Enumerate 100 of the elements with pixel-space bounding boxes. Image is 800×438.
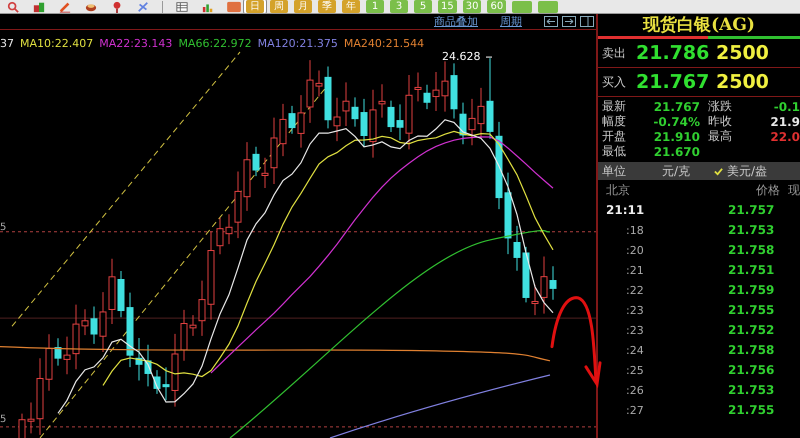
- axis-label: 5: [0, 414, 6, 425]
- candlestick: [288, 106, 296, 134]
- period-button[interactable]: 30: [462, 0, 482, 13]
- stat-value: 21.910: [652, 130, 700, 144]
- candlestick: [378, 84, 386, 118]
- tick-price: 21.753: [728, 383, 774, 397]
- table-icon[interactable]: [175, 0, 189, 12]
- candlestick: [136, 338, 142, 381]
- period-button[interactable]: 周: [270, 0, 288, 13]
- ma-legend: MA240:21.544: [344, 36, 424, 50]
- candlestick: [226, 214, 232, 244]
- candlestick: [252, 146, 260, 176]
- tick-price: 21.758: [728, 343, 774, 357]
- candlestick: [262, 158, 268, 188]
- tick-price: 21.757: [728, 203, 774, 217]
- ma-legend: MA66:22.972: [178, 36, 252, 50]
- tick-time: :20: [625, 244, 645, 256]
- ma-legend: MA120:21.375: [258, 36, 338, 50]
- tick-time: :24: [625, 344, 645, 356]
- candlestick: [190, 315, 196, 336]
- tick-price: 21.758: [728, 243, 774, 257]
- buy-volume: 2500: [716, 71, 769, 93]
- stat-value: 22.0: [769, 130, 800, 144]
- period-button[interactable]: 5: [414, 0, 432, 13]
- candlestick: [450, 63, 458, 119]
- candlestick: [118, 271, 124, 318]
- tick-time: :23: [625, 304, 645, 316]
- magnifier-icon[interactable]: [6, 0, 20, 12]
- candlestick: [316, 70, 322, 96]
- tick-time: :26: [625, 384, 645, 396]
- ma-legend: MA10:22.407: [20, 36, 94, 50]
- tick-price: 21.759: [728, 283, 774, 297]
- tick-time: :27: [625, 404, 645, 416]
- stat-label: 幅度: [602, 113, 627, 130]
- candlestick: [514, 226, 520, 271]
- candlestick: [442, 61, 448, 112]
- check-icon: [714, 166, 724, 176]
- period-button[interactable]: 3: [390, 0, 408, 13]
- sell-volume: 2500: [716, 42, 769, 64]
- column-header: 北京: [605, 182, 631, 198]
- unit-label: 单位: [601, 162, 627, 180]
- candlestick: [280, 104, 286, 156]
- candlestick: [370, 90, 376, 158]
- panel-icon[interactable]: [580, 16, 594, 27]
- blocks-icon[interactable]: [32, 0, 46, 12]
- candlestick: [324, 66, 332, 128]
- period-button[interactable]: 年: [342, 0, 360, 13]
- tick-time: :22: [625, 284, 645, 296]
- candlestick: [234, 171, 242, 238]
- period-button[interactable]: 1: [366, 0, 384, 13]
- column-header: 现: [787, 182, 800, 198]
- period-button[interactable]: 60: [487, 0, 506, 13]
- tick-time: 21:11: [605, 203, 646, 217]
- tick-time: :23: [625, 324, 645, 336]
- axis-label: 5: [0, 222, 6, 233]
- ma-legend: MA22:23.143: [99, 36, 172, 50]
- candlestick: [144, 344, 152, 386]
- stat-value: -0.1: [772, 100, 800, 114]
- unit-option[interactable]: 美元/盎: [714, 162, 768, 180]
- period-button[interactable]: 日: [246, 0, 264, 13]
- period-button[interactable]: 15: [438, 0, 457, 13]
- buy-price: 21.767: [636, 71, 710, 93]
- instrument-title: 现货白银(AG): [642, 14, 756, 36]
- candlestick: [162, 367, 170, 400]
- right-arrow-icon[interactable]: [562, 16, 576, 27]
- column-header: 价格: [755, 182, 780, 198]
- period-button[interactable]: 月: [294, 0, 312, 13]
- price-label: 24.628: [442, 50, 480, 63]
- period-button[interactable]: 季: [318, 0, 336, 13]
- candlestick: [64, 336, 70, 374]
- header-link[interactable]: 商品叠加: [434, 14, 478, 29]
- candlestick: [100, 292, 106, 352]
- candlestick: [298, 95, 304, 148]
- candlestick: [460, 102, 466, 144]
- unit-option[interactable]: 元/克: [662, 162, 690, 180]
- stat-label: 昨收: [708, 113, 733, 130]
- tick-price: 21.753: [728, 223, 774, 237]
- pencil-icon[interactable]: [58, 0, 72, 12]
- candlestick: [388, 100, 394, 132]
- left-arrow-icon[interactable]: [544, 16, 558, 27]
- candlestick: [216, 218, 224, 254]
- stat-label: 最高: [708, 128, 733, 145]
- candlestick: [46, 334, 52, 391]
- candlestick: [90, 306, 98, 344]
- header-link[interactable]: 周期: [500, 14, 522, 29]
- tick-time: :21: [625, 264, 645, 276]
- stat-label: 最低: [602, 143, 627, 160]
- candlestick: [334, 98, 340, 142]
- tick-price: 21.751: [728, 263, 774, 277]
- stat-value: 21.9: [769, 114, 800, 128]
- stat-value: 21.670: [652, 144, 700, 158]
- candlestick: [154, 370, 160, 394]
- candlestick: [108, 258, 116, 324]
- candlestick: [432, 72, 440, 112]
- candlestick: [396, 104, 404, 140]
- candlestick: [270, 118, 278, 184]
- tick-time: :25: [625, 364, 645, 376]
- candlestick: [82, 309, 88, 336]
- tick-price: 21.755: [728, 303, 774, 317]
- stat-value: -0.74%: [652, 114, 700, 128]
